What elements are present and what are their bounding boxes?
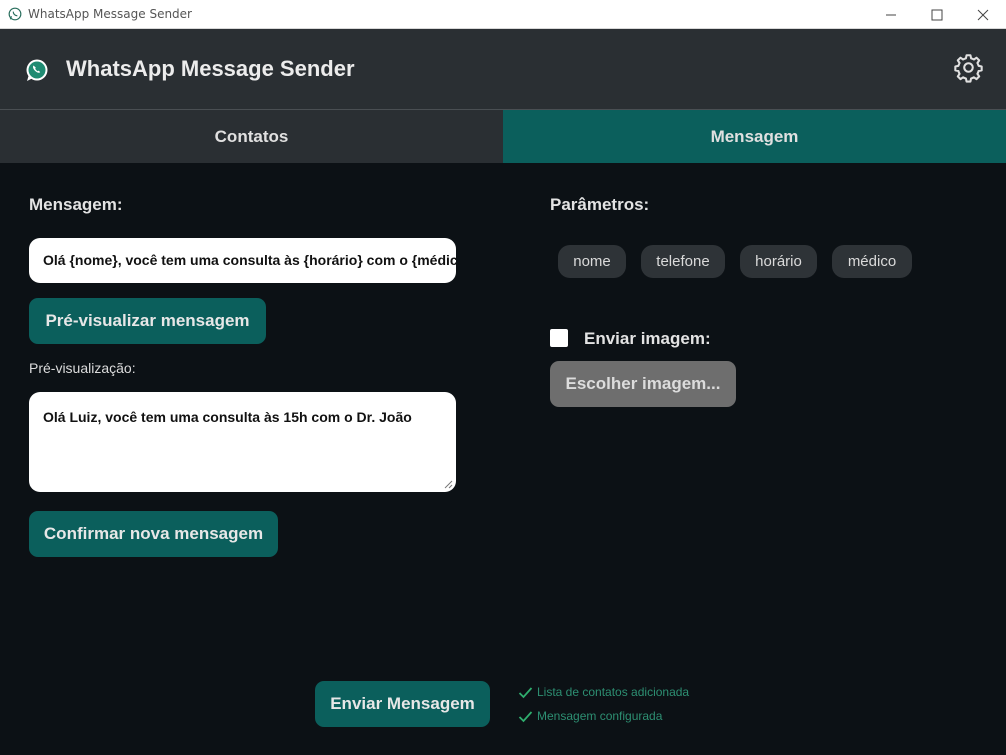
status-contacts-added: Lista de contatos adicionada (518, 685, 689, 699)
whatsapp-logo-icon (26, 59, 48, 81)
param-chip-telefone[interactable]: telefone (641, 245, 725, 278)
status-message-configured: Mensagem configurada (518, 709, 662, 723)
preview-message-button[interactable]: Pré-visualizar mensagem (29, 298, 266, 344)
minimize-button[interactable] (868, 0, 914, 29)
maximize-button[interactable] (914, 0, 960, 29)
app-title: WhatsApp Message Sender (66, 56, 355, 81)
parameters-label: Parâmetros: (550, 195, 650, 214)
choose-image-button[interactable]: Escolher imagem... (550, 361, 736, 407)
status-contacts-text: Lista de contatos adicionada (537, 685, 690, 699)
tab-mensagem[interactable]: Mensagem (503, 110, 1006, 163)
param-chip-nome[interactable]: nome (558, 245, 626, 278)
status-message-text: Mensagem configurada (537, 709, 663, 723)
window-titlebar: WhatsApp Message Sender (0, 0, 1006, 29)
whatsapp-icon (8, 7, 22, 21)
app-header: WhatsApp Message Sender (0, 29, 1006, 110)
param-chip-horario[interactable]: horário (740, 245, 817, 278)
message-label: Mensagem: (29, 195, 123, 214)
preview-label: Pré-visualização: (29, 360, 136, 376)
send-image-label: Enviar imagem: (584, 329, 711, 348)
gear-icon[interactable] (953, 52, 984, 83)
tab-bar: Contatos Mensagem (0, 110, 1006, 163)
resize-grip-icon[interactable] (444, 480, 453, 489)
maximize-icon (931, 9, 943, 20)
checkmark-icon (518, 710, 533, 722)
close-button[interactable] (960, 0, 1006, 29)
window-title: WhatsApp Message Sender (28, 7, 192, 21)
minimize-icon (886, 14, 896, 15)
checkmark-icon (518, 686, 533, 698)
message-input[interactable]: Olá {nome}, você tem uma consulta às {ho… (29, 238, 456, 283)
tab-contatos[interactable]: Contatos (0, 110, 503, 163)
preview-text: Olá Luiz, você tem uma consulta às 15h c… (43, 409, 412, 425)
param-chip-medico[interactable]: médico (832, 245, 912, 278)
preview-textarea[interactable]: Olá Luiz, você tem uma consulta às 15h c… (29, 392, 456, 492)
send-message-button[interactable]: Enviar Mensagem (315, 681, 490, 727)
close-icon (977, 9, 989, 20)
confirm-message-button[interactable]: Confirmar nova mensagem (29, 511, 278, 557)
send-image-checkbox[interactable] (550, 329, 568, 347)
